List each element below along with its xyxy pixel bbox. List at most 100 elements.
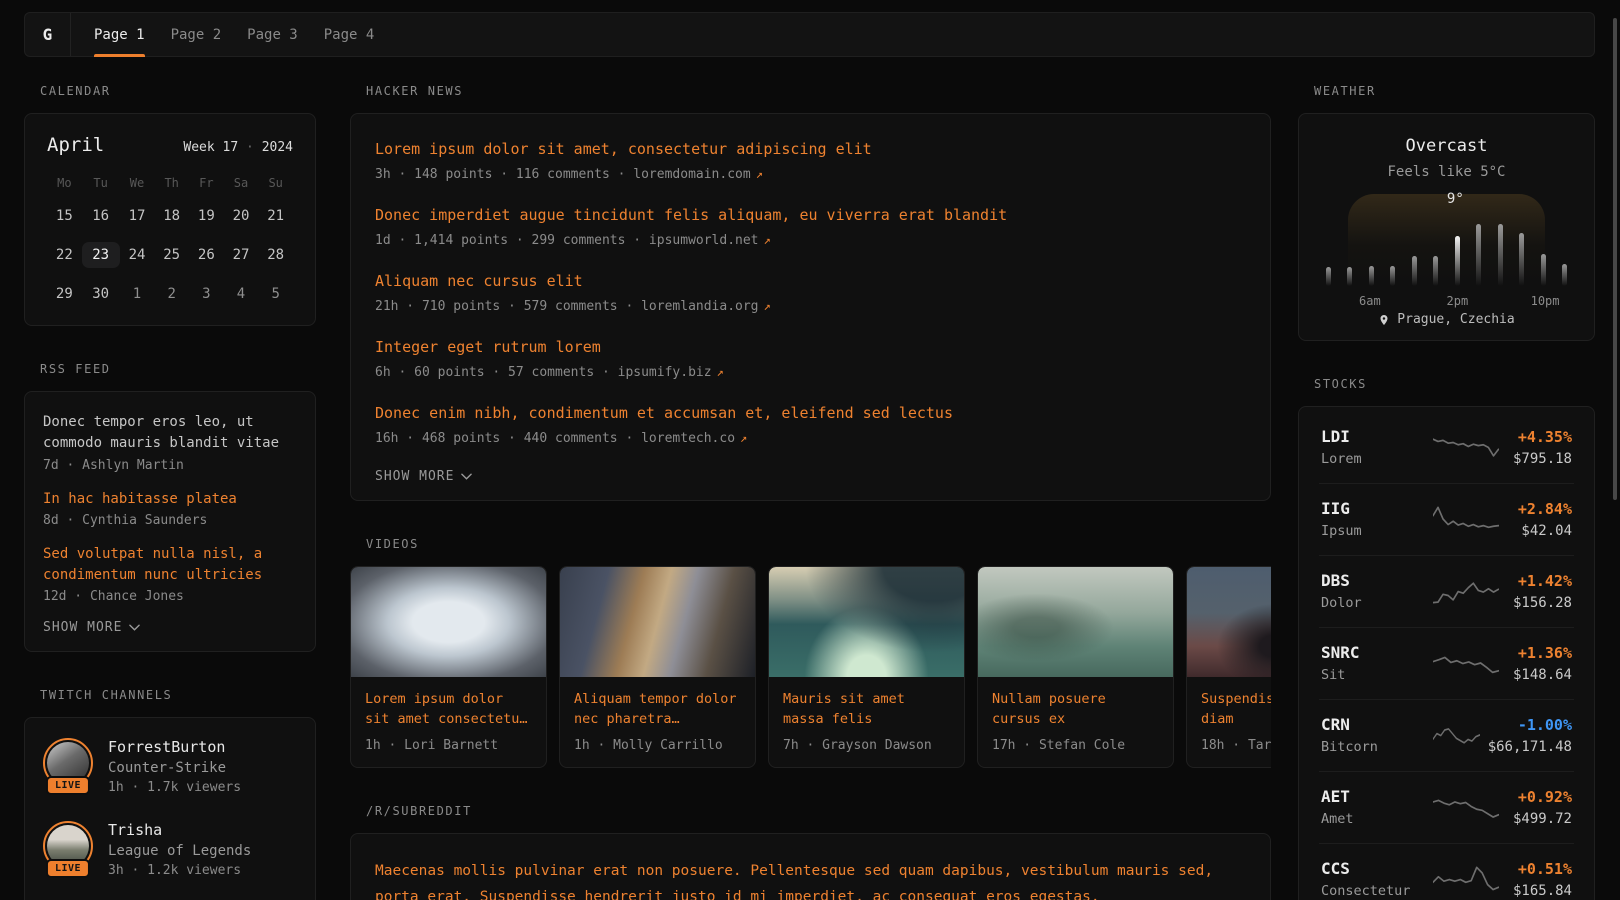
weather-hourly-chart: 9° 6am 2pm 10pm	[1326, 192, 1567, 308]
tab-page-3[interactable]: Page 3	[234, 13, 311, 56]
hackernews-item-title[interactable]: Lorem ipsum dolor sit amet, consectetur …	[375, 139, 1246, 160]
video-title: Nullam posuere cursus ex	[992, 689, 1159, 730]
stock-change: +1.42%	[1507, 572, 1573, 590]
calendar-day[interactable]: 17	[120, 203, 155, 229]
rss-show-more-button[interactable]: SHOW MORE	[43, 620, 297, 635]
weather-bars	[1326, 224, 1567, 286]
calendar-day[interactable]: 30	[82, 281, 120, 307]
subreddit-post-title[interactable]: Maecenas mollis pulvinar erat non posuer…	[375, 858, 1246, 900]
video-card[interactable]: Lorem ipsum dolor sit amet consectetu… 1…	[350, 566, 547, 768]
tab-page-4[interactable]: Page 4	[311, 13, 388, 56]
weather-tick-label: 2pm	[1447, 294, 1469, 308]
rss-widget: Donec tempor eros leo, ut commodo mauris…	[24, 391, 316, 652]
hackernews-widget: Lorem ipsum dolor sit amet, consectetur …	[350, 113, 1271, 501]
calendar-day[interactable]: 22	[47, 242, 82, 268]
calendar-day[interactable]: 19	[189, 203, 224, 229]
video-thumbnail	[978, 567, 1173, 677]
hackernews-item-title[interactable]: Aliquam nec cursus elit	[375, 271, 1246, 292]
calendar-day-outside[interactable]: 3	[189, 281, 224, 307]
live-badge: LIVE	[46, 859, 90, 878]
weather-current-temp: 9°	[1447, 191, 1464, 207]
video-thumbnail	[560, 567, 755, 677]
video-card[interactable]: Nullam posuere cursus ex 17h · Stefan Co…	[977, 566, 1174, 768]
calendar-day[interactable]: 26	[189, 242, 224, 268]
video-card[interactable]: Mauris sit amet massa felis 7h · Grayson…	[768, 566, 965, 768]
twitch-channel-name: ForrestBurton	[108, 738, 241, 756]
tab-page-2[interactable]: Page 2	[158, 13, 235, 56]
calendar-day-outside[interactable]: 1	[120, 281, 155, 307]
video-meta: 1h · Molly Carrillo	[574, 738, 741, 753]
day-name: Tu	[82, 176, 120, 190]
hackernews-show-more-button[interactable]: SHOW MORE	[375, 469, 1246, 484]
stock-change: +0.51%	[1507, 860, 1573, 878]
video-card[interactable]: Aliquam tempor dolor nec pharetra… 1h · …	[559, 566, 756, 768]
stock-row: SNRC Sit +1.36% $148.64	[1319, 627, 1574, 699]
dashboard-page: G Page 1 Page 2 Page 3 Page 4 CALENDAR A…	[0, 12, 1620, 900]
stock-price: $795.18	[1507, 451, 1573, 467]
rss-item-meta: 8d · Cynthia Saunders	[43, 513, 297, 528]
scrollbar[interactable]	[1613, 18, 1617, 500]
hackernews-item-meta: 21h · 710 points · 579 comments · loreml…	[375, 299, 1246, 314]
calendar-day[interactable]: 25	[154, 242, 189, 268]
video-title: Aliquam tempor dolor nec pharetra…	[574, 689, 741, 730]
stock-name: Sit	[1321, 667, 1425, 683]
stock-row: CRN Bitcorn -1.00% $66,171.48	[1319, 699, 1574, 771]
calendar-day-outside[interactable]: 2	[154, 281, 189, 307]
stock-change: -1.00%	[1488, 716, 1572, 734]
external-link-icon: ↗	[764, 233, 771, 247]
hackernews-item-title[interactable]: Donec enim nibh, condimentum et accumsan…	[375, 403, 1246, 424]
chevron-down-icon	[461, 473, 472, 480]
stock-sparkline	[1433, 575, 1499, 607]
stock-row: DBS Dolor +1.42% $156.28	[1319, 555, 1574, 627]
stock-change: +2.84%	[1507, 500, 1573, 518]
stock-sparkline	[1433, 647, 1499, 679]
hackernews-item-title[interactable]: Donec imperdiet augue tincidunt felis al…	[375, 205, 1246, 226]
stock-price: $499.72	[1507, 811, 1573, 827]
video-card[interactable]: Suspendisse diam 18h · Tara	[1186, 566, 1271, 768]
rss-item-title[interactable]: Donec tempor eros leo, ut commodo mauris…	[43, 412, 297, 455]
rss-item: In hac habitasse platea 8d · Cynthia Sau…	[43, 489, 297, 528]
tab-page-1[interactable]: Page 1	[81, 13, 158, 56]
weather-widget: Overcast Feels like 5°C 9° 6am 2pm 10pm …	[1298, 113, 1595, 341]
calendar-day[interactable]: 16	[82, 203, 120, 229]
subreddit-widget: Maecenas mollis pulvinar erat non posuer…	[350, 833, 1271, 900]
stock-ticker: LDI	[1321, 427, 1425, 446]
calendar-day-outside[interactable]: 5	[258, 281, 293, 307]
location-pin-icon	[1378, 313, 1390, 327]
calendar-day-selected[interactable]: 23	[82, 242, 120, 268]
hackernews-item: Donec imperdiet augue tincidunt felis al…	[375, 205, 1246, 248]
calendar-day[interactable]: 20	[224, 203, 259, 229]
video-thumbnail	[351, 567, 546, 677]
rss-item-title[interactable]: In hac habitasse platea	[43, 489, 297, 510]
calendar-day[interactable]: 18	[154, 203, 189, 229]
section-title-stocks: STOCKS	[1314, 377, 1595, 391]
stock-ticker: CCS	[1321, 859, 1425, 878]
twitch-channel-row[interactable]: LIVE ForrestBurton Counter-Strike 1h · 1…	[43, 738, 297, 795]
section-title-subreddit: /R/SUBREDDIT	[366, 804, 1271, 818]
calendar-day[interactable]: 21	[258, 203, 293, 229]
calendar-day[interactable]: 29	[47, 281, 82, 307]
calendar-day[interactable]: 27	[224, 242, 259, 268]
hackernews-item-meta: 1d · 1,414 points · 299 comments · ipsum…	[375, 233, 1246, 248]
video-meta: 17h · Stefan Cole	[992, 738, 1159, 753]
video-thumbnail	[1187, 567, 1271, 677]
hackernews-item-title[interactable]: Integer eget rutrum lorem	[375, 337, 1246, 358]
calendar-day[interactable]: 24	[120, 242, 155, 268]
section-title-rss: RSS FEED	[40, 362, 316, 376]
external-link-icon: ↗	[717, 365, 724, 379]
video-thumbnail	[769, 567, 964, 677]
stock-name: Amet	[1321, 811, 1425, 827]
rss-item-title[interactable]: Sed volutpat nulla nisl, a condimentum n…	[43, 544, 297, 587]
day-name: We	[120, 176, 155, 190]
twitch-channel-row[interactable]: LIVE Trisha League of Legends 3h · 1.2k …	[43, 821, 297, 878]
external-link-icon: ↗	[756, 167, 763, 181]
calendar-day[interactable]: 28	[258, 242, 293, 268]
calendar-day[interactable]: 15	[47, 203, 82, 229]
app-logo[interactable]: G	[25, 13, 71, 56]
twitch-channel-game: Counter-Strike	[108, 760, 241, 776]
calendar-day-outside[interactable]: 4	[224, 281, 259, 307]
stock-ticker: CRN	[1321, 715, 1425, 734]
video-title: Mauris sit amet massa felis	[783, 689, 950, 730]
stock-sparkline	[1433, 863, 1499, 895]
video-meta: 18h · Tara	[1201, 738, 1271, 753]
